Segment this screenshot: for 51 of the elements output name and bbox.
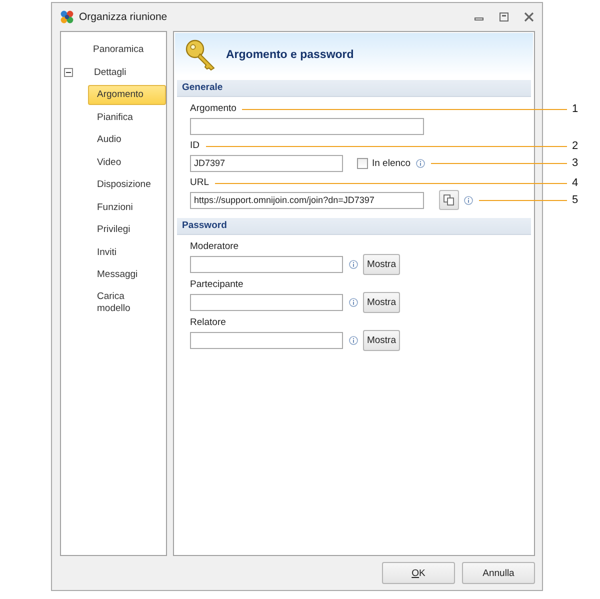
nav-item[interactable]: Video: [88, 152, 166, 173]
field-label: ID: [190, 139, 200, 153]
field-label: URL: [190, 176, 210, 190]
nav-item[interactable]: Inviti: [88, 242, 166, 263]
nav-item[interactable]: Audio: [88, 130, 166, 150]
maximize-icon[interactable]: [499, 12, 509, 22]
nav-item[interactable]: Funzioni: [88, 198, 166, 218]
callout-number: 4: [572, 176, 578, 190]
field-label: Relatore: [190, 316, 226, 330]
checkbox-label: In elenco: [372, 158, 411, 168]
password-field[interactable]: [190, 256, 343, 273]
window-title: Organizza riunione: [79, 11, 168, 23]
field-label: Partecipante: [190, 278, 244, 292]
nav-item[interactable]: Privilegi: [88, 220, 166, 240]
nav-item[interactable]: Dettagli: [85, 62, 136, 83]
show-button[interactable]: Mostra: [363, 330, 400, 351]
info-icon[interactable]: [416, 158, 425, 168]
info-icon[interactable]: [349, 336, 358, 345]
text-field[interactable]: [190, 118, 424, 134]
nav-item[interactable]: Disposizione: [88, 175, 166, 196]
id-field[interactable]: JD7397: [190, 154, 343, 172]
nav-item[interactable]: Pianifica: [88, 108, 166, 128]
nav-item[interactable]: Carica modello: [88, 286, 166, 320]
callout-number: 5: [572, 193, 578, 207]
info-icon[interactable]: [349, 260, 358, 269]
copy-icon: [443, 194, 455, 206]
info-icon[interactable]: [349, 298, 358, 307]
page-title: Argomento e password: [226, 48, 354, 60]
password-field[interactable]: [190, 294, 343, 311]
checkbox[interactable]: [357, 158, 368, 168]
callout-number: 2: [572, 139, 578, 153]
close-icon[interactable]: [524, 12, 534, 22]
nav-item[interactable]: Panoramica: [84, 40, 153, 60]
section-header: Generale: [177, 80, 531, 97]
field-label: Argomento: [190, 102, 236, 116]
callout-number: 3: [572, 156, 578, 170]
app-icon: [59, 9, 75, 25]
copy-button[interactable]: [439, 190, 459, 210]
password-field[interactable]: [190, 332, 343, 349]
dialog-button[interactable]: OK: [382, 562, 455, 584]
info-icon[interactable]: [464, 196, 473, 204]
callout-number: 1: [572, 102, 578, 116]
url-field[interactable]: https://support.omnijoin.com/join?dn=JD7397: [190, 192, 424, 208]
show-button[interactable]: Mostra: [363, 254, 400, 275]
collapse-icon[interactable]: [64, 68, 73, 78]
nav-item[interactable]: Messaggi: [88, 265, 166, 286]
field-label: Moderatore: [190, 240, 239, 254]
section-header: Password: [177, 218, 531, 235]
show-button[interactable]: Mostra: [363, 292, 400, 313]
dialog-button[interactable]: Annulla: [462, 562, 535, 584]
nav-item[interactable]: Argomento: [88, 85, 166, 106]
